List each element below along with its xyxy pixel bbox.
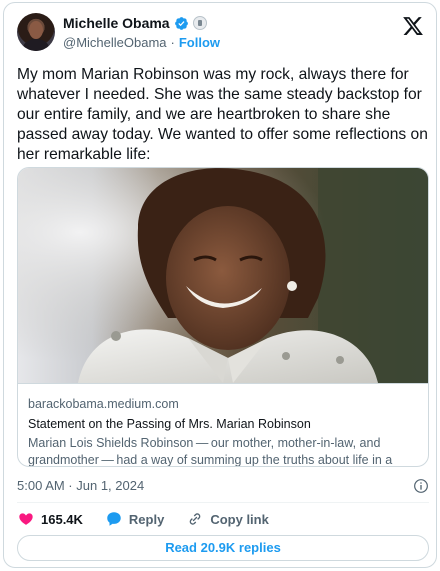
portrait-photo: [18, 168, 428, 383]
link-preview-info[interactable]: barackobama.medium.com Statement on the …: [18, 383, 428, 467]
handle-separator: ·: [170, 35, 175, 50]
author-handle[interactable]: @MichelleObama: [63, 35, 167, 50]
like-button[interactable]: 165.4K: [17, 510, 83, 528]
copy-link-button[interactable]: Copy link: [186, 510, 269, 528]
author-handle-row: @MichelleObama · Follow: [63, 35, 220, 50]
link-chain-icon: [190, 513, 201, 525]
author-avatar[interactable]: [17, 13, 55, 51]
tweet-timestamp[interactable]: 5:00 AM · Jun 1, 2024: [17, 478, 144, 493]
link-preview-image[interactable]: [18, 168, 428, 383]
copy-link-label: Copy link: [210, 511, 269, 527]
author-name-row: Michelle Obama: [63, 15, 207, 31]
reply-label: Reply: [128, 511, 165, 527]
link-preview-card[interactable]: barackobama.medium.com Statement on the …: [17, 167, 429, 467]
tweet-header: Michelle Obama @MichelleObama · Follow: [17, 11, 426, 55]
link-description: Marian Lois Shields Robinson — our mothe…: [28, 436, 393, 467]
tweet-text: My mom Marian Robinson was my rock, alwa…: [17, 66, 428, 163]
heart-icon: [19, 513, 33, 525]
tweet-embed-card[interactable]: Michelle Obama @MichelleObama · Follow M…: [3, 2, 437, 568]
author-display-name[interactable]: Michelle Obama: [63, 15, 170, 31]
reply-button[interactable]: Reply: [105, 510, 164, 528]
verified-badge-icon: [174, 16, 188, 30]
link-title: Statement on the Passing of Mrs. Marian …: [28, 417, 311, 431]
follow-button[interactable]: Follow: [179, 35, 220, 50]
actions-divider: [17, 502, 429, 503]
government-seal-icon: [192, 16, 207, 30]
reply-bubble-icon: [107, 512, 121, 526]
info-icon[interactable]: [413, 478, 429, 494]
read-replies-button[interactable]: Read 20.9K replies: [17, 535, 429, 561]
like-count: 165.4K: [41, 511, 83, 527]
tweet-timestamp-row: 5:00 AM · Jun 1, 2024: [17, 478, 429, 496]
tweet-actions: 165.4K Reply Copy link: [17, 509, 291, 529]
link-domain: barackobama.medium.com: [28, 397, 179, 411]
x-logo-icon[interactable]: [402, 15, 424, 37]
